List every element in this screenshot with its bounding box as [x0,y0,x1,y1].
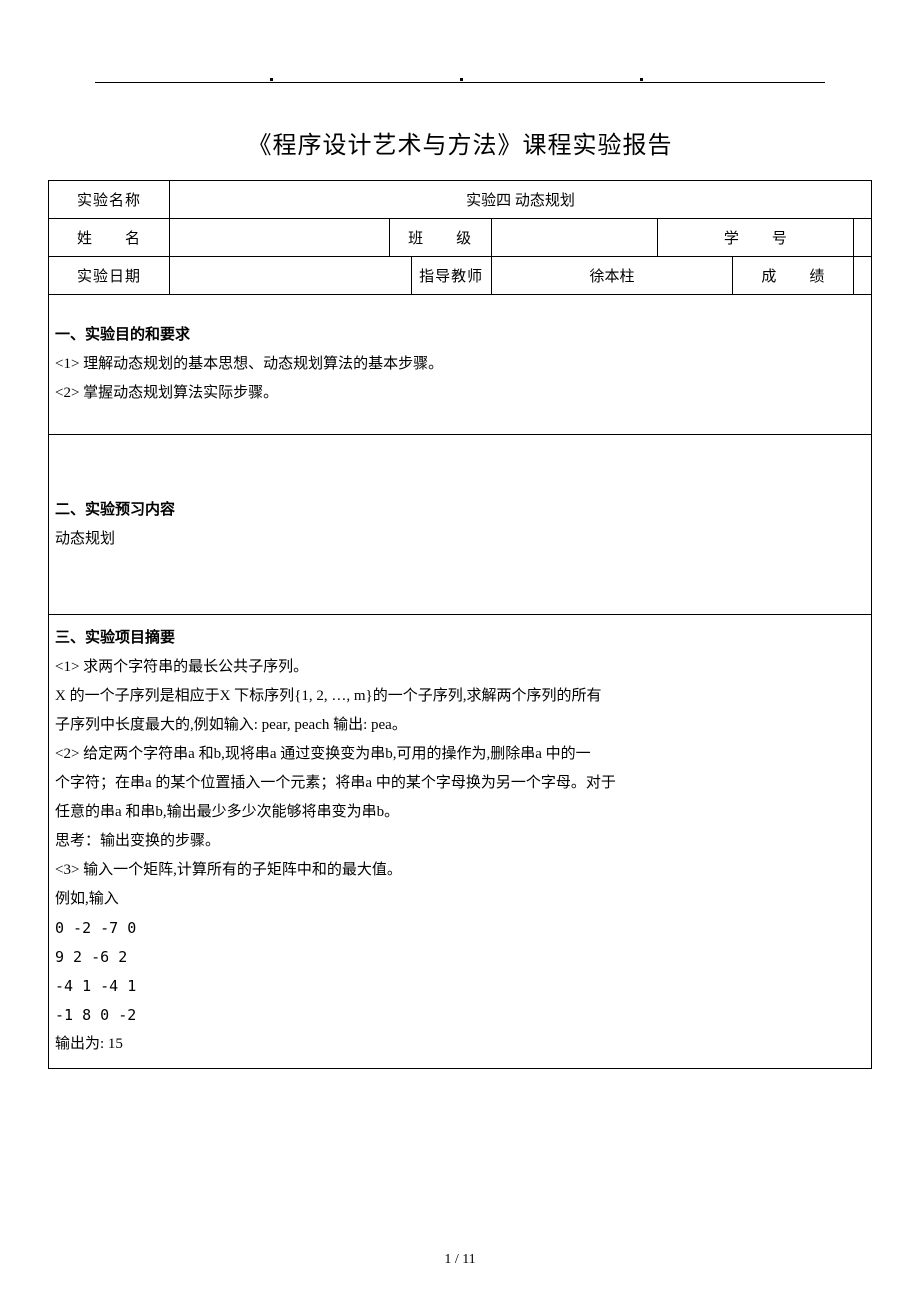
report-table: 实验名称 实验四 动态规划 姓 名 班 级 学 号 实验日期 指导教师 徐本柱 … [48,180,872,1069]
label-experiment-name: 实验名称 [49,181,170,219]
label-student-id: 学 号 [658,219,854,257]
section-2-line: 动态规划 [55,526,865,553]
section-3-line: X 的一个子序列是相应于X 下标序列{1, 2, …, m}的一个子序列,求解两… [55,683,865,710]
row-date-instructor: 实验日期 指导教师 徐本柱 成 绩 [49,257,872,295]
page-number: 1 / 11 [0,1252,920,1268]
matrix-row: 9 2 -6 2 [55,944,865,971]
matrix-row: 0 -2 -7 0 [55,915,865,942]
section-3-line: 子序列中长度最大的,例如输入: pear, peach 输出: pea。 [55,712,865,739]
document-title: 《程序设计艺术与方法》课程实验报告 [0,125,920,160]
label-instructor: 指导教师 [411,257,491,295]
section-3-heading: 三、实验项目摘要 [55,625,865,652]
section-3-line: <3> 输入一个矩阵,计算所有的子矩阵中和的最大值。 [55,857,865,884]
matrix-row: -1 8 0 -2 [55,1002,865,1029]
label-class: 班 级 [389,219,491,257]
section-3-line: 个字符；在串a 的某个位置插入一个元素；将串a 中的某个字母换为另一个字母。对于 [55,770,865,797]
section-2-heading: 二、实验预习内容 [55,497,865,524]
header-dot [460,78,463,81]
matrix-row: -4 1 -4 1 [55,973,865,1000]
label-student-name: 姓 名 [49,219,170,257]
value-instructor: 徐本柱 [491,257,733,295]
value-student-id [854,219,872,257]
section-1-line: <2> 掌握动态规划算法实际步骤。 [55,380,865,407]
value-class [491,219,658,257]
label-experiment-date: 实验日期 [49,257,170,295]
header-dot [270,78,273,81]
row-section-3: 三、实验项目摘要 <1> 求两个字符串的最长公共子序列。 X 的一个子序列是相应… [49,615,872,1069]
row-section-1: 一、实验目的和要求 <1> 理解动态规划的基本思想、动态规划算法的基本步骤。 <… [49,295,872,435]
section-1-line: <1> 理解动态规划的基本思想、动态规划算法的基本步骤。 [55,351,865,378]
row-section-2: 二、实验预习内容 动态规划 [49,435,872,615]
section-3-line: 例如,输入 [55,886,865,913]
value-student-name [169,219,389,257]
section-3-line: <1> 求两个字符串的最长公共子序列。 [55,654,865,681]
section-3-line: 任意的串a 和串b,输出最少多少次能够将串变为串b。 [55,799,865,826]
value-experiment-name: 实验四 动态规划 [169,181,871,219]
section-3-line: 思考：输出变换的步骤。 [55,828,865,855]
value-experiment-date [169,257,411,295]
section-3-output: 输出为: 15 [55,1031,865,1058]
row-experiment-name: 实验名称 实验四 动态规划 [49,181,872,219]
header-rule [95,82,825,83]
section-1-heading: 一、实验目的和要求 [55,322,865,349]
section-3-line: <2> 给定两个字符串a 和b,现将串a 通过变换变为串b,可用的操作为,删除串… [55,741,865,768]
header-dot [640,78,643,81]
value-grade [854,257,872,295]
label-grade: 成 绩 [733,257,854,295]
row-student-info: 姓 名 班 级 学 号 [49,219,872,257]
